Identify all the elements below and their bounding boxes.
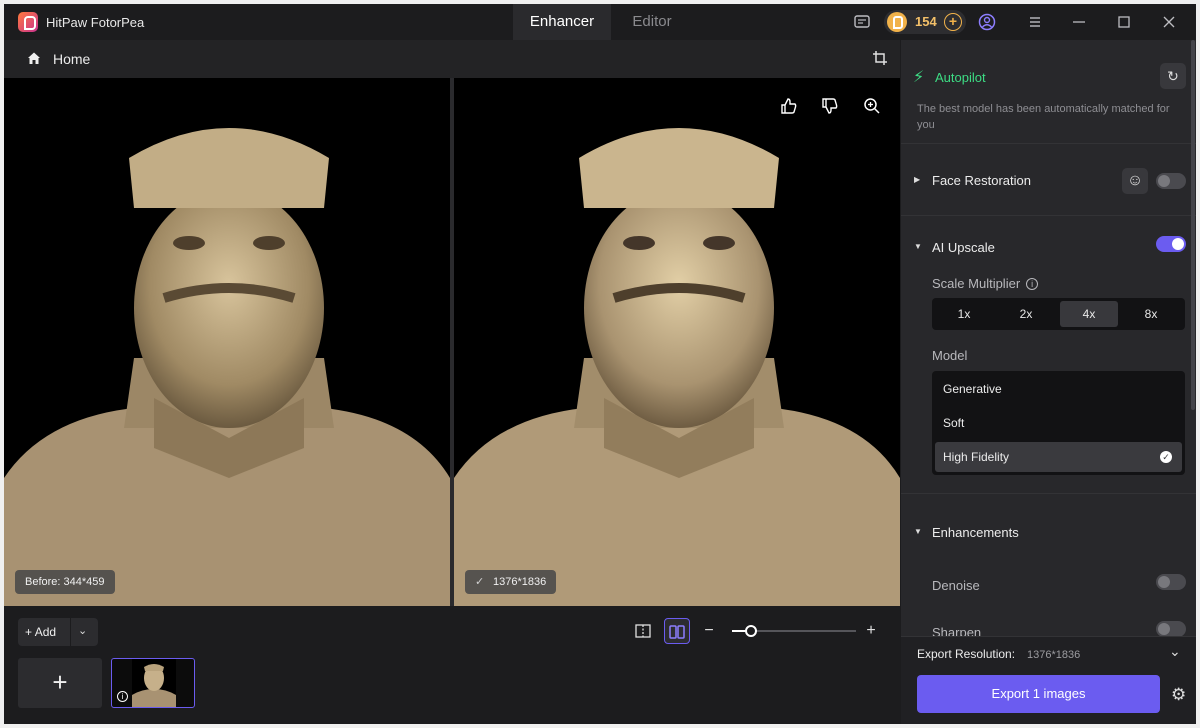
zoom-slider[interactable] — [732, 625, 856, 637]
denoise-label: Denoise — [932, 578, 980, 593]
image-viewer[interactable]: Before: 344*459 ✓ 1376*1836 — [4, 78, 900, 606]
thumbs-down-icon[interactable] — [820, 96, 840, 116]
breadcrumb: Home — [4, 40, 900, 78]
add-image-button[interactable]: + — [18, 658, 102, 708]
app-window: HitPaw FotorPea Enhancer Editor 154 + Ho… — [4, 4, 1196, 724]
add-button-label: + Add — [25, 625, 57, 639]
tab-enhancer[interactable]: Enhancer — [513, 4, 611, 40]
minimize-icon[interactable] — [1070, 13, 1088, 31]
face-restoration-section: ▶ Face Restoration — [901, 144, 1196, 216]
add-button[interactable]: + Add ⌄ — [18, 618, 98, 646]
zoom-out-icon[interactable]: − — [696, 618, 722, 644]
scale-option-1x[interactable]: 1x — [935, 301, 993, 327]
checkmark-icon: ✓ — [1160, 451, 1172, 463]
before-image — [4, 78, 450, 606]
caret-right-icon[interactable]: ▶ — [914, 175, 920, 184]
after-image — [454, 78, 900, 606]
caret-down-icon[interactable]: ▼ — [914, 527, 922, 536]
scale-option-4x[interactable]: 4x — [1060, 301, 1118, 327]
refresh-icon[interactable]: ↻ — [1160, 63, 1186, 89]
home-icon[interactable] — [26, 50, 42, 66]
scale-option-8x[interactable]: 8x — [1122, 301, 1180, 327]
zoom-slider-handle[interactable] — [744, 625, 757, 637]
coin-icon — [887, 12, 907, 32]
model-option-high-fidelity[interactable]: High Fidelity ✓ — [935, 442, 1182, 472]
face-restoration-label[interactable]: Face Restoration — [932, 173, 1031, 188]
model-option-soft[interactable]: Soft — [935, 408, 1182, 438]
double-chevron-down-icon[interactable]: ⌄ — [1169, 643, 1181, 660]
split-view-icon[interactable] — [630, 618, 656, 644]
zoom-in-icon[interactable] — [862, 96, 882, 116]
menu-icon[interactable] — [1026, 13, 1044, 31]
model-label: Model — [932, 348, 968, 363]
scale-multiplier-selector: 1x 2x 4x 8x — [932, 298, 1185, 330]
scale-option-2x[interactable]: 2x — [997, 301, 1055, 327]
face-icon[interactable]: ☺ — [1122, 168, 1148, 194]
home-link[interactable]: Home — [53, 51, 90, 67]
panel-scrollbar[interactable] — [1191, 40, 1195, 410]
crop-icon[interactable] — [872, 50, 888, 66]
info-icon[interactable]: i — [1026, 278, 1039, 290]
credits-widget[interactable]: 154 + — [884, 10, 966, 34]
enhancements-label[interactable]: Enhancements — [932, 525, 1019, 540]
title-bar: HitPaw FotorPea Enhancer Editor 154 + — [4, 4, 1196, 40]
image-thumbnail[interactable]: i — [111, 658, 195, 708]
export-button[interactable]: Export 1 images — [917, 675, 1160, 713]
lightning-icon: ⚡ — [913, 69, 925, 86]
thumbs-up-icon[interactable] — [779, 96, 799, 116]
model-option-generative[interactable]: Generative — [935, 374, 1182, 404]
before-resolution-badge: Before: 344*459 — [15, 570, 115, 594]
zoom-plus-icon[interactable]: + — [858, 618, 884, 644]
thumbnail-image — [132, 659, 176, 707]
credits-count: 154 — [915, 14, 937, 29]
scale-multiplier-label: Scale Multiplier i — [932, 276, 1039, 291]
feedback-icon[interactable] — [853, 13, 871, 31]
export-resolution-label: Export Resolution: — [917, 647, 1016, 661]
side-by-side-icon[interactable] — [664, 618, 690, 644]
before-pane: Before: 344*459 — [4, 78, 450, 606]
settings-panel: ⚡ Autopilot ↻ The best model has been au… — [901, 40, 1196, 724]
tab-editor[interactable]: Editor — [612, 4, 692, 40]
gear-icon[interactable]: ⚙ — [1171, 685, 1186, 705]
export-area: Export Resolution: 1376*1836 ⌄ Export 1 … — [901, 636, 1196, 724]
sharpen-toggle[interactable] — [1156, 621, 1186, 637]
chevron-down-icon[interactable]: ⌄ — [78, 624, 87, 637]
after-pane: 1376*1836 — [454, 78, 900, 606]
add-credits-icon[interactable]: + — [944, 13, 962, 31]
account-icon[interactable] — [978, 13, 996, 31]
info-icon[interactable]: i — [117, 691, 128, 702]
face-restoration-toggle[interactable] — [1156, 173, 1186, 189]
caret-down-icon[interactable]: ▼ — [914, 242, 922, 251]
denoise-toggle[interactable] — [1156, 574, 1186, 590]
close-icon[interactable] — [1160, 13, 1178, 31]
autopilot-section: ⚡ Autopilot ↻ The best model has been au… — [901, 40, 1196, 144]
app-title: HitPaw FotorPea — [46, 15, 145, 30]
autopilot-label: Autopilot — [935, 70, 986, 85]
autopilot-description: The best model has been automatically ma… — [917, 103, 1170, 131]
after-resolution-badge: 1376*1836 — [465, 570, 557, 594]
bottom-toolbar: + Add ⌄ − + + i — [4, 606, 900, 724]
ai-upscale-toggle[interactable] — [1156, 236, 1186, 252]
ai-upscale-label[interactable]: AI Upscale — [932, 240, 995, 255]
maximize-icon[interactable] — [1115, 13, 1133, 31]
model-list: Generative Soft High Fidelity ✓ — [932, 371, 1185, 475]
export-resolution-value: 1376*1836 — [1027, 649, 1081, 661]
app-logo-icon — [18, 12, 38, 32]
add-separator — [70, 618, 71, 646]
